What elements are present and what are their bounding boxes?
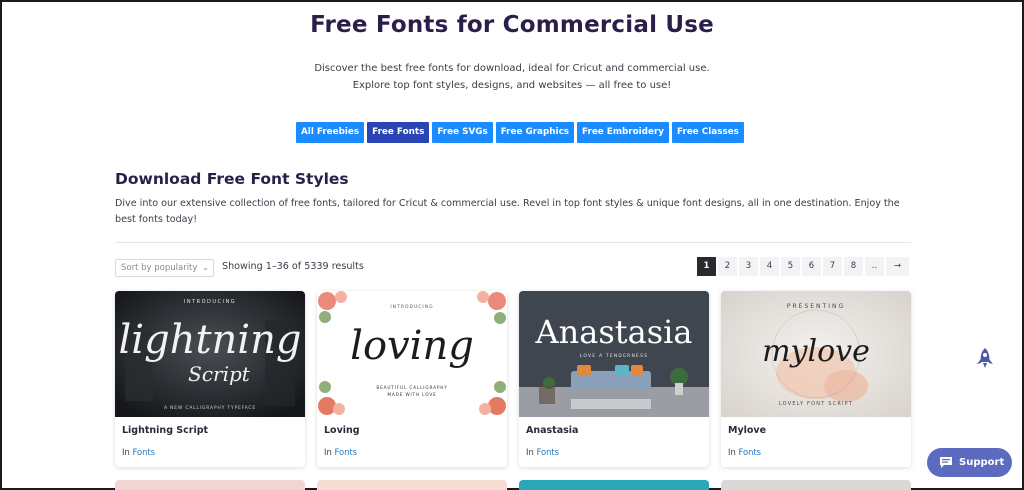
category-prefix: In (728, 447, 736, 457)
category-button-free-classes[interactable]: Free Classes (672, 122, 744, 143)
category-link[interactable]: Fonts (536, 447, 559, 457)
sort-select-value: Sort by popularity (121, 263, 198, 273)
section-description: Dive into our extensive collection of fr… (115, 198, 900, 225)
product-category-line: In Fonts (728, 447, 761, 457)
thumb-top-text: INTRODUCING (390, 304, 433, 310)
thumb-main-text: loving (350, 323, 474, 369)
thumb-sub-text: LOVE A TENDERNESS (580, 353, 648, 359)
product-name[interactable]: Anastasia (526, 425, 578, 436)
product-name[interactable]: Loving (324, 425, 360, 436)
page-link-6[interactable]: 6 (802, 257, 821, 276)
next-page-button[interactable]: → (886, 257, 909, 276)
category-button-free-graphics[interactable]: Free Graphics (495, 122, 575, 143)
category-buttons: All Freebies Free Fonts Free SVGs Free G… (296, 122, 744, 143)
page-link-4[interactable]: 4 (760, 257, 779, 276)
category-prefix: In (324, 447, 332, 457)
category-link[interactable]: Fonts (738, 447, 761, 457)
chevron-down-icon: ⌄ (202, 263, 209, 272)
pagination: 1 2 3 4 5 6 7 8 .. → (697, 257, 909, 276)
sort-select[interactable]: Sort by popularity ⌄ (115, 259, 214, 277)
product-name[interactable]: Mylove (728, 425, 766, 436)
category-button-all-freebies[interactable]: All Freebies (296, 122, 365, 143)
intro-text: Discover the best free fonts for downloa… (0, 60, 1024, 94)
section-title: Download Free Font Styles (115, 170, 349, 188)
thumb-bottom-text: LOVELY FONT SCRIPT (779, 401, 853, 407)
intro-line-2: Explore top font styles, designs, and we… (352, 80, 672, 91)
divider (115, 242, 911, 243)
product-card-next-row[interactable] (519, 480, 709, 490)
chat-icon (940, 457, 952, 468)
thumb-sub-text: Script (188, 362, 251, 386)
rocket-icon[interactable] (975, 347, 995, 369)
category-button-free-embroidery[interactable]: Free Embroidery (577, 122, 670, 143)
product-thumbnail-mylove[interactable]: PRESENTING mylove LOVELY FONT SCRIPT (721, 291, 911, 417)
category-link[interactable]: Fonts (132, 447, 155, 457)
thumb-main-text: Anastasia (535, 313, 693, 351)
product-card-mylove[interactable]: PRESENTING mylove LOVELY FONT SCRIPT Myl… (721, 291, 911, 467)
thumb-bottom-text: BEAUTIFUL CALLIGRAPHY (376, 385, 447, 391)
product-thumbnail-anastasia[interactable]: Anastasia LOVE A TENDERNESS (519, 291, 709, 417)
thumb-main-text: mylove (762, 334, 870, 369)
category-link[interactable]: Fonts (334, 447, 357, 457)
category-prefix: In (526, 447, 534, 457)
product-card-anastasia[interactable]: Anastasia LOVE A TENDERNESS Anastasia In… (519, 291, 709, 467)
page-link-8[interactable]: 8 (844, 257, 863, 276)
thumb-bottom-text: A NEW CALLIGRAPHY TYPEFACE (164, 405, 256, 411)
product-card-next-row[interactable] (115, 480, 305, 490)
page-title: Free Fonts for Commercial Use (310, 12, 714, 38)
product-thumbnail-lightning-script[interactable]: INTRODUCING lightning Script A NEW CALLI… (115, 291, 305, 417)
category-button-free-svgs[interactable]: Free SVGs (432, 122, 493, 143)
thumb-main-text: lightning (119, 317, 302, 363)
support-label: Support (959, 457, 1005, 468)
product-card-next-row[interactable] (317, 480, 507, 490)
product-category-line: In Fonts (526, 447, 559, 457)
thumb-bottom-text-2: MADE WITH LOVE (387, 392, 436, 398)
product-card-lightning-script[interactable]: INTRODUCING lightning Script A NEW CALLI… (115, 291, 305, 467)
page-link-5[interactable]: 5 (781, 257, 800, 276)
product-card-loving[interactable]: INTRODUCING loving BEAUTIFUL CALLIGRAPHY… (317, 291, 507, 467)
category-prefix: In (122, 447, 130, 457)
category-button-free-fonts[interactable]: Free Fonts (367, 122, 430, 143)
thumb-top-text: PRESENTING (787, 303, 845, 310)
page-link-1[interactable]: 1 (697, 257, 716, 276)
page-link-7[interactable]: 7 (823, 257, 842, 276)
product-category-line: In Fonts (324, 447, 357, 457)
product-name[interactable]: Lightning Script (122, 425, 208, 436)
intro-line-1: Discover the best free fonts for downloa… (314, 63, 710, 74)
page-link-3[interactable]: 3 (739, 257, 758, 276)
results-count: Showing 1–36 of 5339 results (222, 261, 364, 272)
page-link-2[interactable]: 2 (718, 257, 737, 276)
product-category-line: In Fonts (122, 447, 155, 457)
product-card-next-row[interactable] (721, 480, 911, 490)
thumb-top-text: INTRODUCING (184, 299, 236, 305)
page-ellipsis: .. (865, 257, 884, 276)
support-button[interactable]: Support (927, 448, 1012, 477)
product-thumbnail-loving[interactable]: INTRODUCING loving BEAUTIFUL CALLIGRAPHY… (317, 291, 507, 417)
